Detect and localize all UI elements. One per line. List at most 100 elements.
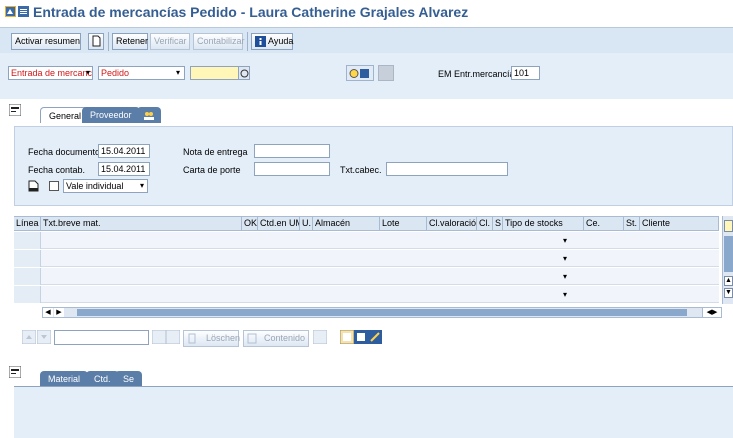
reference-select[interactable]: Pedido ▾ (98, 66, 185, 80)
info-icon (255, 36, 266, 47)
scroll-thumb[interactable] (77, 309, 687, 316)
fecha-documento-label: Fecha documento (28, 147, 101, 157)
collapse-detail-icon[interactable] (9, 366, 21, 378)
menu-icon[interactable] (18, 6, 29, 17)
column-header[interactable]: Lote (380, 216, 427, 231)
first-page-icon[interactable] (152, 330, 166, 344)
title-bar: Entrada de mercancías Pedido - Laura Cat… (0, 0, 733, 24)
dropdown-icon[interactable]: ▾ (563, 291, 567, 299)
action-select[interactable]: Entrada de mercancí ▾ (8, 66, 93, 80)
em-input[interactable]: 101 (511, 66, 540, 80)
print-icon[interactable] (28, 180, 39, 192)
toolbar-separator (247, 32, 248, 51)
column-header[interactable]: Almacén (313, 216, 380, 231)
loschen-label: Löschen (206, 333, 241, 343)
fecha-contab-input[interactable]: 15.04.2011 (98, 162, 150, 176)
contabilizar-button[interactable]: Contabilizar (193, 33, 245, 50)
table-row[interactable]: ▾ (14, 286, 719, 303)
partners-icon (144, 112, 154, 120)
dropdown-icon[interactable]: ▾ (563, 237, 567, 245)
scroll-up-icon[interactable]: ▲ (724, 276, 733, 286)
up-icon[interactable] (22, 330, 36, 344)
txt-cabec-input[interactable] (386, 162, 508, 176)
column-header[interactable]: S (493, 216, 503, 231)
scroll-right-icon[interactable]: ▶ (54, 308, 64, 317)
loschen-button[interactable]: Löschen (183, 330, 241, 347)
dropdown-icon[interactable]: ▾ (563, 255, 567, 263)
tab-ctd[interactable]: Ctd. (86, 371, 119, 387)
table-row[interactable]: ▾ (14, 250, 719, 267)
fecha-documento-input[interactable]: 15.04.2011 (98, 144, 150, 158)
detail-panel (14, 386, 733, 438)
tab-proveedor[interactable]: Proveedor (82, 107, 140, 123)
tab-material[interactable]: Material (40, 371, 89, 387)
ayuda-label: Ayuda (268, 36, 294, 46)
column-header[interactable]: Cl.valoración (427, 216, 477, 231)
window-title: Entrada de mercancías Pedido - Laura Cat… (33, 4, 469, 20)
delete-icon (188, 333, 196, 344)
select-all-icon[interactable] (340, 330, 354, 344)
verificar-button[interactable]: Verificar (150, 33, 190, 50)
carta-porte-input[interactable] (254, 162, 330, 176)
settings-icon[interactable] (368, 330, 382, 344)
collapse-header-icon[interactable] (9, 104, 21, 116)
column-header[interactable]: Ctd.en UME (258, 216, 300, 231)
document-button[interactable] (88, 33, 104, 50)
last-page-icon[interactable] (166, 330, 180, 344)
document-icon (92, 35, 101, 47)
dropdown-icon: ▾ (139, 181, 144, 190)
ayuda-button[interactable]: Ayuda (251, 33, 293, 50)
scroll-arrows[interactable]: ◀▶ (702, 307, 722, 318)
fecha-contab-label: Fecha contab. (28, 165, 86, 175)
reference-value: Pedido (101, 68, 130, 78)
toolbar-separator (108, 32, 109, 51)
row-selector[interactable] (14, 268, 41, 285)
tab-partners[interactable] (137, 107, 161, 123)
column-header[interactable]: Línea (14, 216, 41, 231)
down-icon[interactable] (37, 330, 51, 344)
column-header[interactable]: Ce. (584, 216, 624, 231)
hold-button[interactable] (378, 65, 394, 81)
retener-button[interactable]: Retener (112, 33, 148, 50)
column-header[interactable]: Cliente (640, 216, 719, 231)
item-search-input[interactable] (54, 330, 149, 345)
application-toolbar (0, 27, 733, 53)
horizontal-scrollbar[interactable]: ◀ ▶ (42, 307, 719, 318)
row-selector[interactable] (14, 250, 41, 267)
detail-icon[interactable] (354, 330, 368, 344)
tab-se[interactable]: Se (115, 371, 143, 387)
column-header[interactable]: OK (242, 216, 258, 231)
column-header[interactable]: Cl. (477, 216, 493, 231)
vale-select[interactable]: Vale individual ▾ (63, 179, 148, 193)
dropdown-icon: ▾ (85, 68, 90, 77)
items-table: Línea Txt.breve mat. OK Ctd.en UME U. Al… (14, 216, 733, 308)
row-selector[interactable] (14, 286, 41, 303)
contenido-button[interactable]: Contenido (243, 330, 309, 347)
split-icon[interactable] (313, 330, 327, 344)
app-icon (5, 6, 16, 17)
scroll-thumb[interactable] (724, 236, 733, 272)
carta-porte-label: Carta de porte (183, 165, 241, 175)
scroll-down-icon[interactable]: ▼ (724, 288, 733, 298)
txt-cabec-label: Txt.cabec. (340, 165, 382, 175)
print-checkbox[interactable] (49, 181, 59, 191)
table-row[interactable]: ▾ (14, 268, 719, 285)
nota-entrega-input[interactable] (254, 144, 330, 158)
row-selector[interactable] (14, 232, 41, 249)
search-help-button[interactable] (238, 66, 250, 80)
column-header[interactable]: U. (300, 216, 313, 231)
action-value: Entrada de mercancí (11, 68, 93, 78)
column-header[interactable]: Txt.breve mat. (41, 216, 242, 231)
vale-value: Vale individual (66, 181, 124, 191)
column-header[interactable]: St. (624, 216, 640, 231)
table-row[interactable]: ▾ (14, 232, 719, 249)
content-icon (247, 333, 257, 344)
nota-entrega-label: Nota de entrega (183, 147, 248, 157)
column-header[interactable]: Tipo de stocks (503, 216, 584, 231)
activar-resumen-button[interactable]: Activar resumen (11, 33, 81, 50)
vertical-scrollbar[interactable]: ▲ ▼ (722, 216, 733, 304)
dropdown-icon[interactable]: ▾ (563, 273, 567, 281)
scroll-left-icon[interactable]: ◀ (43, 308, 53, 317)
execute-button[interactable] (346, 65, 374, 81)
table-settings-icon[interactable] (724, 220, 733, 232)
